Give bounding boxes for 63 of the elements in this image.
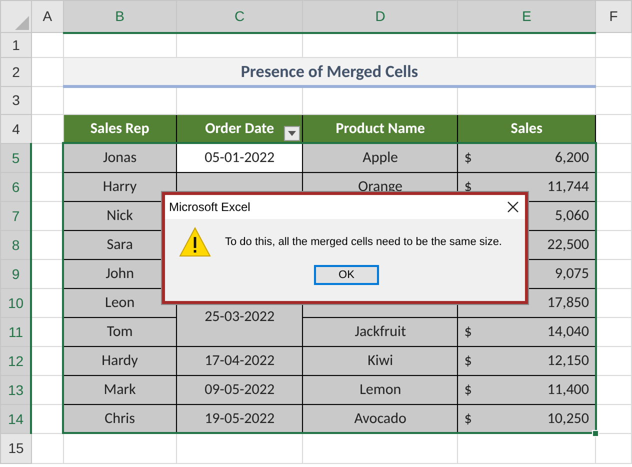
table-cell: 19-05-2022 — [176, 404, 303, 434]
currency-symbol: $ — [464, 176, 472, 198]
row-header[interactable]: 15 — [0, 434, 32, 464]
amount-value: 11,744 — [547, 176, 590, 198]
column-header[interactable]: C — [176, 0, 303, 32]
row-header[interactable]: 9 — [0, 260, 32, 288]
table-cell: Mark — [63, 376, 176, 404]
header-cell: Order Date — [176, 114, 303, 144]
row-header[interactable]: 5 — [0, 144, 32, 172]
table-cell: Apple — [302, 144, 458, 172]
table-cell: Chris — [63, 404, 176, 434]
currency-symbol: $ — [464, 380, 472, 401]
table-cell: Avocado — [302, 404, 458, 434]
amount-value: 10,250 — [547, 408, 590, 430]
table-cell: Kiwi — [302, 346, 458, 376]
column-header[interactable]: D — [302, 0, 458, 32]
fill-handle[interactable] — [592, 430, 599, 437]
row-header[interactable]: 14 — [0, 404, 32, 434]
table-cell: Jonas — [63, 144, 176, 172]
amount-value: 14,040 — [547, 322, 590, 343]
column-header[interactable]: A — [31, 0, 64, 32]
header-cell: Product Name — [302, 114, 458, 144]
row-header[interactable]: 3 — [0, 86, 32, 114]
row-header[interactable]: 10 — [0, 288, 32, 318]
warning-icon — [179, 227, 211, 257]
sheet-title: Presence of Merged Cells — [63, 58, 596, 86]
row-header[interactable]: 6 — [0, 172, 32, 202]
row-header[interactable]: 2 — [0, 58, 32, 86]
table-cell: Lemon — [302, 376, 458, 404]
amount-value: 17,850 — [547, 292, 590, 314]
row-header[interactable]: 7 — [0, 202, 32, 230]
amount-value: 9,075 — [554, 264, 590, 285]
row-header[interactable]: 12 — [0, 346, 32, 376]
row-header[interactable]: 11 — [0, 318, 32, 346]
currency-symbol: $ — [464, 350, 472, 372]
table-cell: Tom — [63, 318, 176, 346]
close-icon[interactable] — [507, 201, 519, 213]
currency-symbol: $ — [464, 148, 472, 169]
column-header[interactable]: F — [596, 0, 632, 32]
amount-value: 22,500 — [547, 234, 590, 256]
amount-value: 11,400 — [547, 380, 590, 401]
header-cell: Sales Rep — [63, 114, 176, 144]
table-cell: 17-04-2022 — [176, 346, 303, 376]
row-header[interactable]: 4 — [0, 114, 32, 144]
table-cell: 09-05-2022 — [176, 376, 303, 404]
column-header[interactable]: B — [63, 0, 176, 32]
amount-value: 5,060 — [554, 206, 590, 227]
row-header[interactable]: 13 — [0, 376, 32, 404]
currency-symbol: $ — [464, 322, 472, 343]
amount-value: 12,150 — [547, 350, 590, 372]
table-cell: Harry — [63, 172, 176, 202]
amount-value: 6,200 — [554, 148, 590, 169]
row-header[interactable]: 8 — [0, 230, 32, 260]
ok-button[interactable]: OK — [314, 265, 379, 285]
table-cell: Jackfruit — [302, 318, 458, 346]
filter-dropdown-icon[interactable] — [284, 126, 300, 141]
table-cell: Hardy — [63, 346, 176, 376]
dialog-message: To do this, all the merged cells need to be the same size. — [225, 234, 502, 250]
row-header[interactable]: 1 — [0, 32, 32, 58]
header-cell: Sales — [458, 114, 596, 144]
column-header[interactable]: E — [458, 0, 596, 32]
table-cell: 05-01-2022 — [176, 144, 303, 172]
currency-symbol: $ — [464, 408, 472, 430]
